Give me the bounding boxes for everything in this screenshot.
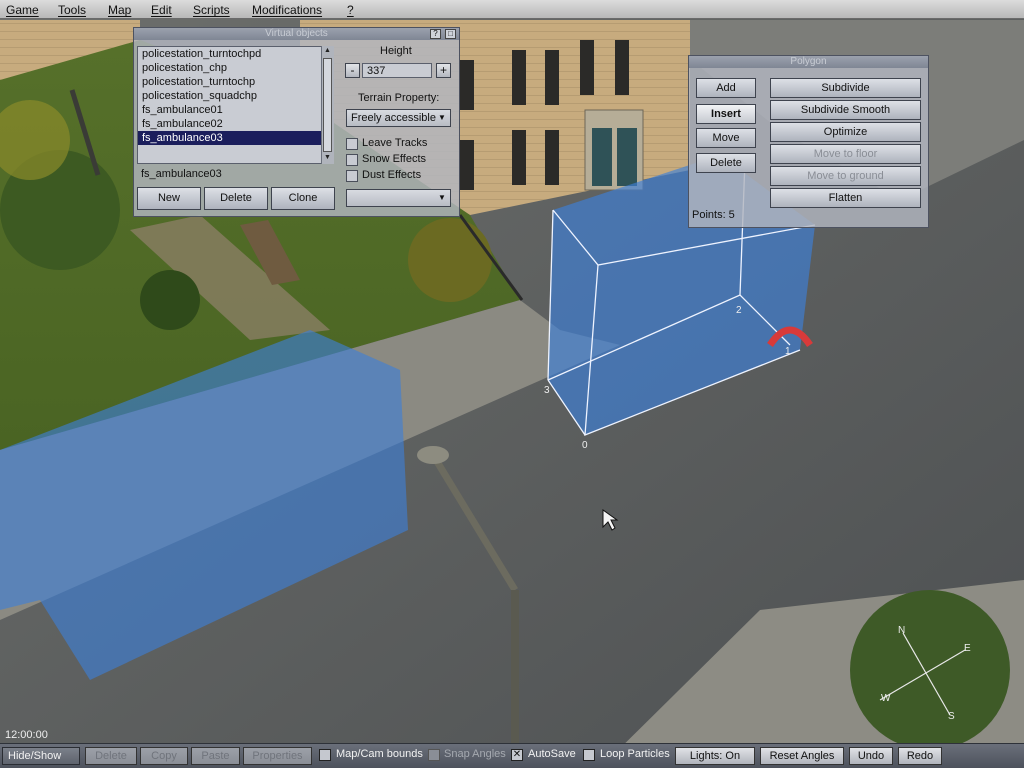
delete-point-button[interactable]: Delete xyxy=(696,153,756,173)
subdivide-button[interactable]: Subdivide xyxy=(770,78,921,98)
vertex-label: 2 xyxy=(736,305,742,316)
scroll-down-icon[interactable]: ▼ xyxy=(323,154,332,162)
vertex-label: 0 xyxy=(582,440,588,451)
terrain-property-value: Freely accessible xyxy=(351,112,436,124)
delete-button[interactable]: Delete xyxy=(85,747,137,765)
vertex-label: 3 xyxy=(544,385,550,396)
compass-west: W xyxy=(881,693,891,704)
delete-object-button[interactable]: Delete xyxy=(204,187,268,210)
chevron-down-icon: ▼ xyxy=(438,113,446,122)
panel-title[interactable]: Virtual objects xyxy=(134,28,459,40)
bottom-toolbar: Hide/Show Delete Copy Paste Properties M… xyxy=(0,743,1024,768)
chevron-down-icon: ▼ xyxy=(438,193,446,202)
list-scrollbar[interactable]: ▲ ▼ xyxy=(321,46,334,164)
list-item-selected[interactable]: fs_ambulance03 xyxy=(138,131,333,145)
autosave-label: AutoSave xyxy=(528,748,576,760)
list-item[interactable]: policestation_squadchp xyxy=(138,89,333,103)
snap-angles-checkbox[interactable] xyxy=(428,749,440,761)
menu-help[interactable]: ? xyxy=(347,3,354,17)
insert-point-button[interactable]: Insert xyxy=(696,104,756,124)
list-item[interactable]: policestation_turntochpd xyxy=(138,47,333,61)
move-to-floor-button[interactable]: Move to floor xyxy=(770,144,921,164)
map-cam-bounds-checkbox[interactable] xyxy=(319,749,331,761)
height-label: Height xyxy=(380,45,412,57)
terrain-property-select[interactable]: Freely accessible ▼ xyxy=(346,109,451,127)
snap-angles-label: Snap Angles xyxy=(444,748,506,760)
reset-angles-button[interactable]: Reset Angles xyxy=(760,747,844,765)
list-item[interactable]: policestation_turntochp xyxy=(138,75,333,89)
properties-button[interactable]: Properties xyxy=(243,747,312,765)
list-item[interactable]: fs_ambulance02 xyxy=(138,117,333,131)
clone-button[interactable]: Clone xyxy=(271,187,335,210)
leave-tracks-label: Leave Tracks xyxy=(362,137,428,149)
effect-select[interactable]: ▼ xyxy=(346,189,451,207)
height-input[interactable]: 337 xyxy=(362,63,432,78)
menu-bar: Game Tools Map Edit Scripts Modification… xyxy=(0,0,1024,19)
autosave-checkbox[interactable]: ✕ xyxy=(511,749,523,761)
menu-modifications[interactable]: Modifications xyxy=(252,3,322,17)
menu-edit[interactable]: Edit xyxy=(151,3,172,17)
undo-button[interactable]: Undo xyxy=(849,747,893,765)
snow-effects-checkbox[interactable] xyxy=(346,154,358,166)
list-item[interactable]: fs_ambulance01 xyxy=(138,103,333,117)
help-button[interactable]: ? xyxy=(430,29,441,39)
add-point-button[interactable]: Add xyxy=(696,78,756,98)
hedge xyxy=(408,218,492,302)
scroll-up-icon[interactable]: ▲ xyxy=(323,47,332,55)
compass-south: S xyxy=(948,711,955,722)
dust-effects-label: Dust Effects xyxy=(362,169,422,181)
vertex-label: 1 xyxy=(785,346,791,357)
panel-title[interactable]: Polygon xyxy=(689,56,928,68)
terrain-property-label: Terrain Property: xyxy=(358,92,440,104)
redo-button[interactable]: Redo xyxy=(898,747,942,765)
height-increase-button[interactable]: + xyxy=(436,63,451,78)
flatten-button[interactable]: Flatten xyxy=(770,188,921,208)
optimize-button[interactable]: Optimize xyxy=(770,122,921,142)
virtual-objects-panel: Virtual objects ? □ policestation_turnto… xyxy=(133,27,460,217)
object-list[interactable]: policestation_turntochpd policestation_c… xyxy=(137,46,334,164)
scroll-thumb[interactable] xyxy=(323,58,332,152)
points-count: Points: 5 xyxy=(692,209,735,221)
compass-east: E xyxy=(964,643,971,654)
dust-effects-checkbox[interactable] xyxy=(346,170,358,182)
menu-tools[interactable]: Tools xyxy=(58,3,86,17)
polygon-panel: Polygon Add Insert Move Delete Subdivide… xyxy=(688,55,929,228)
game-time: 12:00:00 xyxy=(5,729,48,741)
new-button[interactable]: New xyxy=(137,187,201,210)
move-to-ground-button[interactable]: Move to ground xyxy=(770,166,921,186)
paste-button[interactable]: Paste xyxy=(191,747,240,765)
close-button[interactable]: □ xyxy=(445,29,456,39)
menu-game[interactable]: Game xyxy=(6,3,39,17)
height-decrease-button[interactable]: - xyxy=(345,63,360,78)
leave-tracks-checkbox[interactable] xyxy=(346,138,358,150)
compass-north: N xyxy=(898,625,906,636)
move-point-button[interactable]: Move xyxy=(696,128,756,148)
subdivide-smooth-button[interactable]: Subdivide Smooth xyxy=(770,100,921,120)
map-cam-bounds-label: Map/Cam bounds xyxy=(336,748,423,760)
selected-name-field[interactable]: fs_ambulance03 xyxy=(137,167,334,183)
snow-effects-label: Snow Effects xyxy=(362,153,426,165)
list-item[interactable]: policestation_chp xyxy=(138,61,333,75)
copy-button[interactable]: Copy xyxy=(140,747,188,765)
loop-particles-checkbox[interactable] xyxy=(583,749,595,761)
lights-toggle-button[interactable]: Lights: On xyxy=(675,747,755,765)
loop-particles-label: Loop Particles xyxy=(600,748,670,760)
menu-map[interactable]: Map xyxy=(108,3,131,17)
menu-scripts[interactable]: Scripts xyxy=(193,3,230,17)
hide-show-button[interactable]: Hide/Show xyxy=(2,747,80,765)
